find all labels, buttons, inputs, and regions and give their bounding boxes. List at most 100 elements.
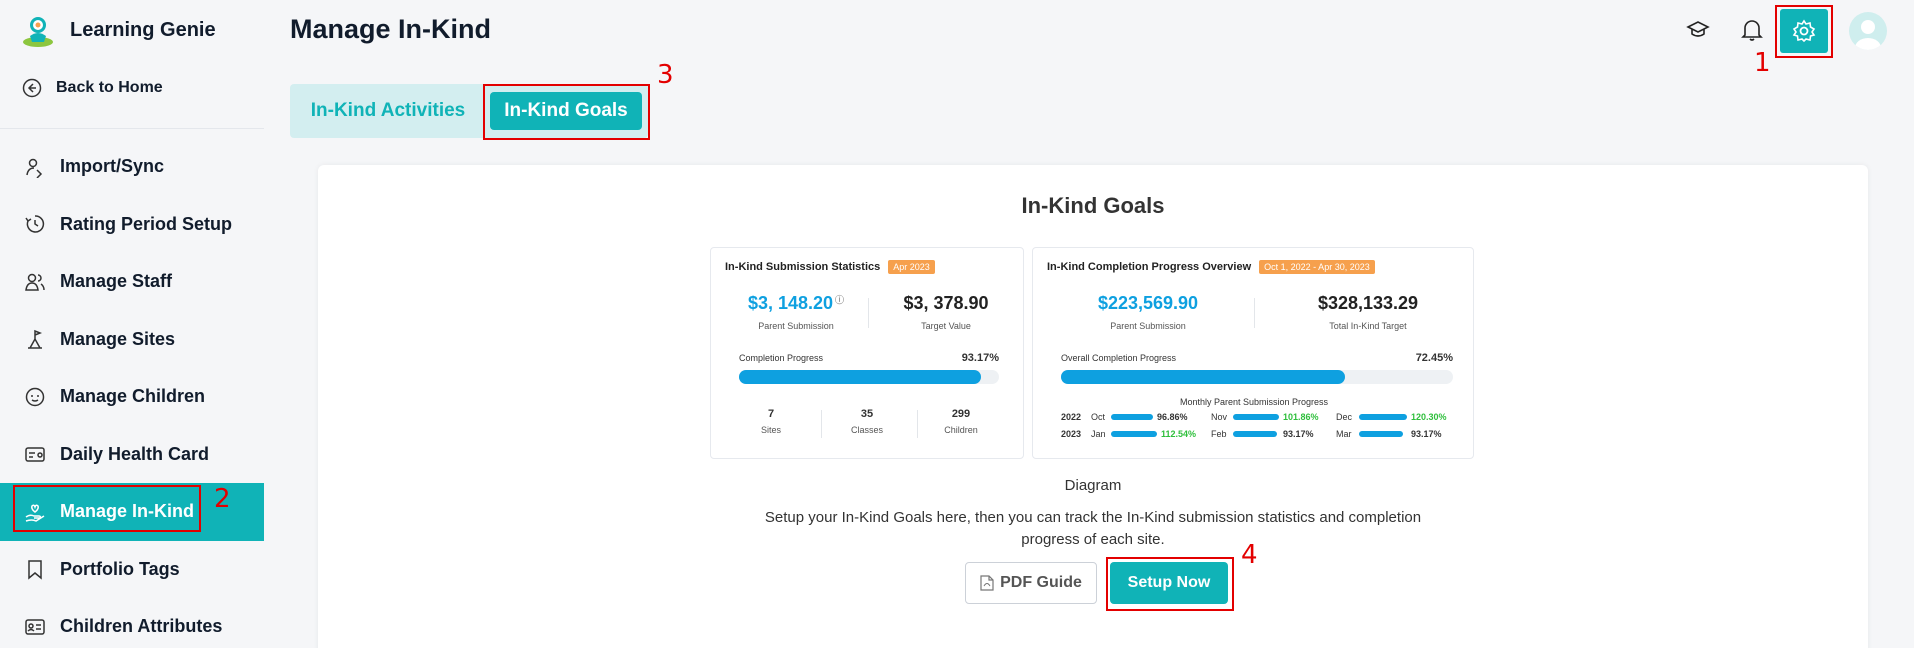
notifications-button[interactable] bbox=[1736, 14, 1768, 46]
panel-header: In-Kind Submission Statistics Apr 2023 bbox=[725, 260, 935, 274]
month-bar bbox=[1359, 414, 1407, 420]
completion-progress-fill bbox=[739, 370, 982, 384]
overall-progress-percent: 72.45% bbox=[1415, 352, 1453, 364]
overall-progress-bar bbox=[1061, 370, 1453, 384]
tab-in-kind-goals[interactable]: In-Kind Goals bbox=[490, 92, 642, 130]
annotation-number: 1 bbox=[1754, 48, 1771, 78]
month-label: Mar bbox=[1336, 429, 1352, 439]
staff-icon bbox=[25, 273, 45, 291]
setup-now-button[interactable]: Setup Now bbox=[1110, 562, 1228, 604]
date-tag: Apr 2023 bbox=[888, 260, 935, 274]
description-line-1: Setup your In-Kind Goals here, then you … bbox=[764, 509, 1422, 526]
year-label: 2022 bbox=[1061, 412, 1082, 422]
bell-icon bbox=[1741, 20, 1763, 41]
settings-button[interactable] bbox=[1780, 9, 1828, 53]
panel-header: In-Kind Completion Progress Overview Oct… bbox=[1047, 260, 1375, 274]
year-label: 2023 bbox=[1061, 429, 1082, 439]
sidebar-item-label: Manage Children bbox=[60, 386, 206, 407]
overall-progress-label: Overall Completion Progress bbox=[1061, 353, 1177, 363]
sidebar-item-children-attributes[interactable]: Children Attributes bbox=[0, 598, 264, 648]
sidebar-item-rating-period-setup[interactable]: Rating Period Setup bbox=[0, 196, 264, 254]
children-label: Children bbox=[944, 425, 978, 435]
month-bar bbox=[1233, 431, 1277, 437]
sites-icon bbox=[28, 330, 43, 349]
sidebar-item-manage-children[interactable]: Manage Children bbox=[0, 368, 264, 426]
description-line-2: progress of each site. bbox=[1021, 531, 1165, 548]
back-to-home-link[interactable]: Back to Home bbox=[22, 78, 163, 98]
sites-count: 7 bbox=[767, 408, 775, 420]
parent-submission-label: Parent Submission bbox=[1110, 321, 1186, 331]
month-bar bbox=[1111, 414, 1153, 420]
completion-progress-panel: In-Kind Completion Progress Overview Oct… bbox=[1032, 247, 1474, 459]
month-bar bbox=[1233, 414, 1279, 420]
month-bar bbox=[1111, 431, 1157, 437]
monthly-progress-title: Monthly Parent Submission Progress bbox=[1179, 397, 1329, 407]
classes-label: Classes bbox=[850, 425, 883, 435]
completion-progress-bar bbox=[739, 370, 999, 384]
sidebar-item-label: Rating Period Setup bbox=[60, 213, 233, 234]
month-percent: 101.86% bbox=[1283, 412, 1319, 422]
graduation-cap-button[interactable] bbox=[1682, 14, 1714, 46]
completion-progress-percent: 93.17% bbox=[961, 352, 999, 364]
brand[interactable]: Learning Genie bbox=[20, 10, 216, 50]
import-sync-icon bbox=[26, 158, 43, 178]
parent-submission-value: $3, 148.20 ⓘ bbox=[747, 293, 845, 313]
month-label: Jan bbox=[1091, 429, 1106, 439]
month-label: Dec bbox=[1336, 412, 1353, 422]
rating-period-icon bbox=[25, 215, 45, 233]
pdf-guide-label: PDF Guide bbox=[1000, 574, 1082, 591]
completion-progress-label: Completion Progress bbox=[739, 353, 824, 363]
sidebar-item-label: Manage In-Kind bbox=[60, 501, 194, 522]
month-label: Feb bbox=[1211, 429, 1227, 439]
month-percent: 93.17% bbox=[1283, 429, 1314, 439]
month-percent: 112.54% bbox=[1161, 429, 1197, 439]
info-icon: ⓘ bbox=[835, 295, 845, 305]
pdf-icon bbox=[980, 575, 994, 591]
diagram-caption: Diagram bbox=[1064, 477, 1122, 494]
sidebar-item-daily-health-card[interactable]: Daily Health Card bbox=[0, 426, 264, 484]
back-to-home-label: Back to Home bbox=[56, 79, 163, 96]
graduation-cap-icon bbox=[1686, 21, 1710, 37]
panel-title: In-Kind Submission Statistics bbox=[725, 261, 881, 273]
sidebar-divider bbox=[0, 128, 264, 129]
bookmark-icon bbox=[28, 560, 42, 580]
tab-in-kind-activities[interactable]: In-Kind Activities bbox=[290, 84, 486, 138]
sidebar-item-portfolio-tags[interactable]: Portfolio Tags bbox=[0, 541, 264, 599]
children-count: 299 bbox=[951, 408, 971, 420]
card-title: In-Kind Goals bbox=[1021, 193, 1165, 218]
children-icon bbox=[25, 387, 45, 406]
separator bbox=[821, 410, 822, 438]
learning-genie-logo-icon bbox=[23, 17, 53, 47]
sidebar-item-label: Children Attributes bbox=[60, 616, 223, 637]
back-arrow-icon bbox=[22, 78, 42, 98]
target-value: $3, 378.90 bbox=[903, 293, 989, 313]
annotation-number: 2 bbox=[214, 484, 231, 514]
month-percent: 120.30% bbox=[1411, 412, 1447, 422]
sidebar-item-manage-staff[interactable]: Manage Staff bbox=[0, 253, 264, 311]
gear-icon bbox=[1792, 19, 1816, 43]
month-percent: 93.17% bbox=[1411, 429, 1442, 439]
health-card-icon bbox=[25, 447, 45, 462]
panel-title: In-Kind Completion Progress Overview bbox=[1047, 261, 1252, 273]
sidebar: Learning Genie Back to Home Import/Sync … bbox=[0, 0, 264, 648]
annotation-number: 3 bbox=[657, 60, 674, 90]
in-kind-icon bbox=[25, 504, 45, 522]
sidebar-item-manage-sites[interactable]: Manage Sites bbox=[0, 311, 264, 369]
pdf-guide-button[interactable]: PDF Guide bbox=[965, 562, 1097, 604]
sidebar-item-label: Import/Sync bbox=[60, 156, 165, 177]
date-range-tag: Oct 1, 2022 - Apr 30, 2023 bbox=[1259, 260, 1375, 274]
sidebar-item-label: Manage Sites bbox=[60, 328, 176, 349]
user-avatar[interactable] bbox=[1849, 12, 1887, 50]
sidebar-item-label: Manage Staff bbox=[60, 271, 173, 292]
tab-bar: In-Kind Activities In-Kind Goals bbox=[290, 84, 648, 138]
sidebar-nav: Import/Sync Rating Period Setup Manage S… bbox=[0, 138, 264, 648]
sidebar-item-import-sync[interactable]: Import/Sync bbox=[0, 138, 264, 196]
separator bbox=[917, 410, 918, 438]
month-label: Nov bbox=[1211, 412, 1228, 422]
separator bbox=[1254, 298, 1255, 328]
attributes-icon bbox=[25, 619, 45, 635]
sidebar-item-label: Daily Health Card bbox=[60, 443, 210, 464]
app-title: Learning Genie bbox=[70, 18, 216, 41]
total-target-value: $328,133.29 bbox=[1317, 293, 1419, 313]
classes-count: 35 bbox=[860, 408, 874, 420]
